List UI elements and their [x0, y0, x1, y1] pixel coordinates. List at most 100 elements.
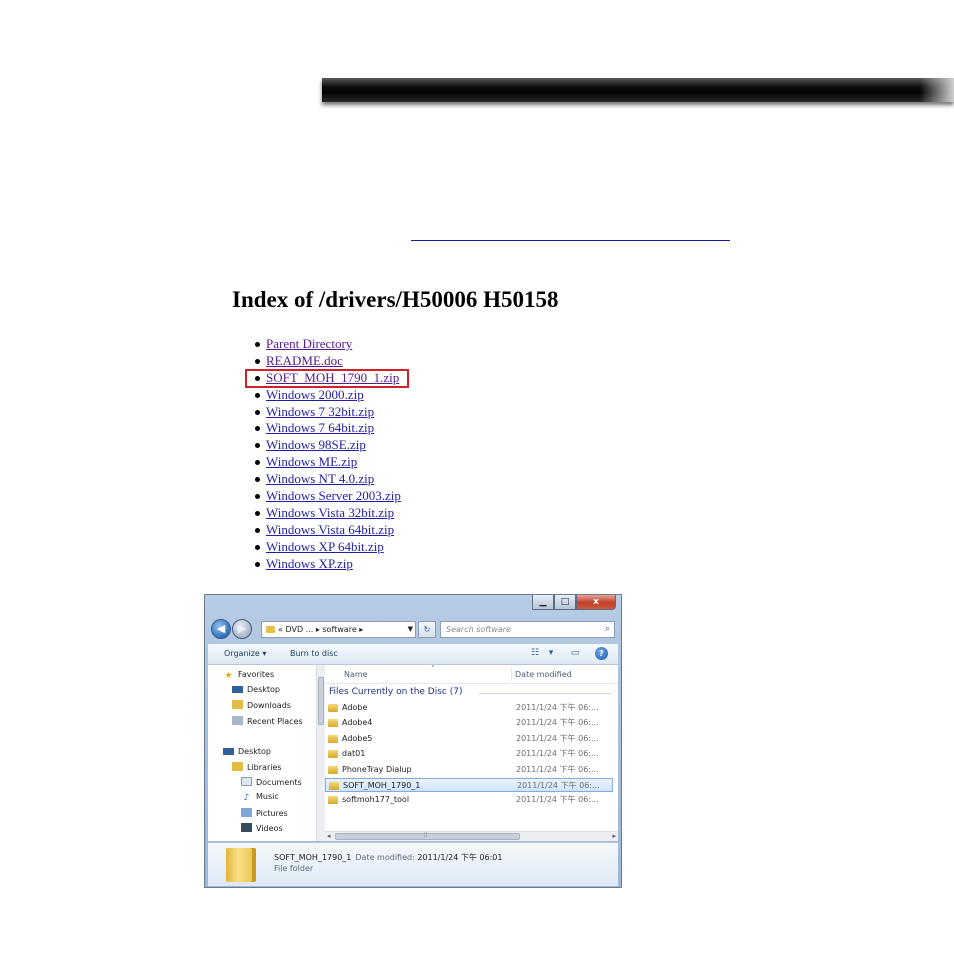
table-row[interactable]: Adobe 2011/1/24 下午 06:...: [325, 701, 613, 715]
table-row[interactable]: PhoneTray Dialup 2011/1/24 下午 06:...: [325, 763, 613, 777]
nav-favorites[interactable]: ★ Favorites: [223, 670, 274, 681]
folder-icon: [328, 750, 338, 759]
file-link[interactable]: Windows Vista 64bit.zip: [266, 522, 394, 537]
recent-places-icon: [232, 716, 243, 725]
bullet-icon: [255, 358, 260, 364]
burn-to-disc-button[interactable]: Burn to disc: [290, 644, 338, 664]
bullet-icon: [255, 494, 260, 500]
file-link[interactable]: Parent Directory: [266, 336, 352, 351]
bullet-icon: [255, 426, 260, 432]
bullet-icon: [255, 527, 260, 533]
bullet-icon: [255, 409, 260, 415]
folder-icon: [266, 626, 275, 633]
file-link[interactable]: Windows 2000.zip: [266, 387, 364, 402]
horizontal-scrollbar[interactable]: ◂ ⦙⦙ ▸: [325, 831, 618, 841]
back-button[interactable]: ◀: [211, 619, 231, 639]
file-link[interactable]: Windows 98SE.zip: [266, 437, 366, 452]
column-date-modified[interactable]: Date modified: [515, 670, 572, 679]
folder-icon: [329, 782, 339, 790]
folder-icon: [226, 848, 256, 882]
nav-desktop-root[interactable]: Desktop: [223, 747, 271, 756]
downloads-icon: [232, 700, 243, 709]
views-icon[interactable]: ☷: [528, 648, 542, 659]
breadcrumb-separator[interactable]: ▸: [359, 625, 363, 634]
nav-desktop[interactable]: Desktop: [232, 685, 280, 694]
address-bar[interactable]: « DVD ... ▸ software ▸ ▼: [261, 621, 416, 638]
forward-button[interactable]: ▶: [232, 619, 252, 639]
nav-music[interactable]: ♪ Music: [241, 792, 279, 803]
header-bar: [322, 78, 954, 102]
nav-videos[interactable]: Videos: [241, 823, 283, 833]
file-link[interactable]: Windows NT 4.0.zip: [266, 471, 374, 486]
breadcrumb-software[interactable]: software: [322, 625, 356, 634]
highlight-box: [245, 369, 409, 388]
list-item: Windows Vista 32bit.zip: [248, 505, 401, 522]
bullet-icon: [255, 477, 260, 483]
column-header: Name ˄ Date modified: [325, 665, 618, 684]
file-link[interactable]: Windows XP.zip: [266, 556, 353, 571]
file-link[interactable]: Windows 7 64bit.zip: [266, 420, 374, 435]
file-link[interactable]: Windows XP 64bit.zip: [266, 539, 384, 554]
column-name[interactable]: Name: [344, 670, 368, 679]
details-name: SOFT_MOH_1790_1 Date modified: 2011/1/24 …: [274, 852, 503, 863]
scroll-left-icon[interactable]: ◂: [327, 832, 331, 840]
table-row[interactable]: Adobe4 2011/1/24 下午 06:...: [325, 716, 613, 730]
table-row[interactable]: softmoh177_tool 2011/1/24 下午 06:...: [325, 793, 613, 807]
nav-desktop-label: Desktop: [247, 685, 280, 694]
table-row[interactable]: Adobe5 2011/1/24 下午 06:...: [325, 732, 613, 746]
table-row[interactable]: SOFT_MOH_1790_1 2011/1/24 下午 06:...: [325, 778, 613, 792]
nav-scrollbar[interactable]: [316, 665, 325, 841]
file-link[interactable]: Windows ME.zip: [266, 454, 357, 469]
horizontal-scrollbar-thumb[interactable]: [335, 833, 520, 840]
list-item: Windows 2000.zip: [248, 387, 401, 404]
address-row: ◀ ▶ « DVD ... ▸ software ▸ ▼ ↻ Search so…: [205, 616, 621, 644]
desktop-icon: [232, 686, 243, 693]
preview-pane-icon[interactable]: ▭: [568, 648, 582, 659]
search-input[interactable]: Search software ⌕: [440, 621, 615, 638]
nav-videos-label: Videos: [256, 824, 283, 833]
nav-documents-label: Documents: [256, 778, 302, 787]
nav-recent-places[interactable]: Recent Places: [232, 716, 303, 726]
breadcrumb-separator[interactable]: ▸: [316, 625, 320, 634]
documents-icon: [241, 777, 252, 786]
file-link[interactable]: Windows Server 2003.zip: [266, 488, 401, 503]
file-date: 2011/1/24 下午 06:...: [516, 749, 599, 759]
refresh-button[interactable]: ↻: [418, 621, 436, 638]
minimize-button[interactable]: ▁: [532, 595, 554, 610]
breadcrumb-dvd[interactable]: DVD ...: [285, 625, 313, 634]
table-row[interactable]: dat01 2011/1/24 下午 06:...: [325, 747, 613, 761]
details-pane: SOFT_MOH_1790_1 Date modified: 2011/1/24 …: [208, 842, 618, 886]
refresh-icon: ↻: [423, 625, 431, 634]
close-button[interactable]: x: [576, 595, 616, 610]
nav-libraries[interactable]: Libraries: [232, 762, 282, 772]
column-separator[interactable]: [511, 667, 512, 681]
organize-button[interactable]: Organize ▾: [224, 644, 266, 664]
nav-libraries-label: Libraries: [247, 763, 282, 772]
list-item: Windows Vista 64bit.zip: [248, 522, 401, 539]
file-date: 2011/1/24 下午 06:...: [517, 781, 600, 790]
help-icon[interactable]: ?: [595, 647, 608, 660]
file-name: SOFT_MOH_1790_1: [343, 781, 421, 790]
list-item: Parent Directory: [248, 336, 401, 353]
nav-pictures[interactable]: Pictures: [241, 808, 288, 818]
command-toolbar: Organize ▾ Burn to disc ☷ ▾ ▭ ?: [208, 644, 618, 665]
file-link[interactable]: Windows 7 32bit.zip: [266, 404, 374, 419]
nav-documents[interactable]: Documents: [241, 777, 302, 787]
scroll-right-icon[interactable]: ▸: [612, 832, 616, 840]
chevron-down-icon[interactable]: ▼: [408, 622, 413, 637]
file-name: PhoneTray Dialup: [342, 764, 412, 774]
forward-arrow-icon: ▶: [237, 622, 247, 635]
list-item: Windows XP 64bit.zip: [248, 539, 401, 556]
nav-downloads[interactable]: Downloads: [232, 700, 291, 710]
nav-music-label: Music: [256, 792, 279, 801]
link-underline[interactable]: [411, 240, 730, 241]
title-bar[interactable]: ▁ □ x: [205, 595, 621, 613]
chevron-down-icon[interactable]: ▾: [544, 648, 558, 659]
file-link[interactable]: Windows Vista 32bit.zip: [266, 505, 394, 520]
search-icon[interactable]: ⌕: [605, 622, 610, 637]
maximize-button[interactable]: □: [554, 595, 576, 610]
file-link[interactable]: README.doc: [266, 353, 343, 368]
group-header[interactable]: Files Currently on the Disc (7): [329, 687, 614, 697]
nav-scrollbar-thumb[interactable]: [318, 677, 324, 725]
back-arrow-icon: ◀: [216, 622, 226, 635]
